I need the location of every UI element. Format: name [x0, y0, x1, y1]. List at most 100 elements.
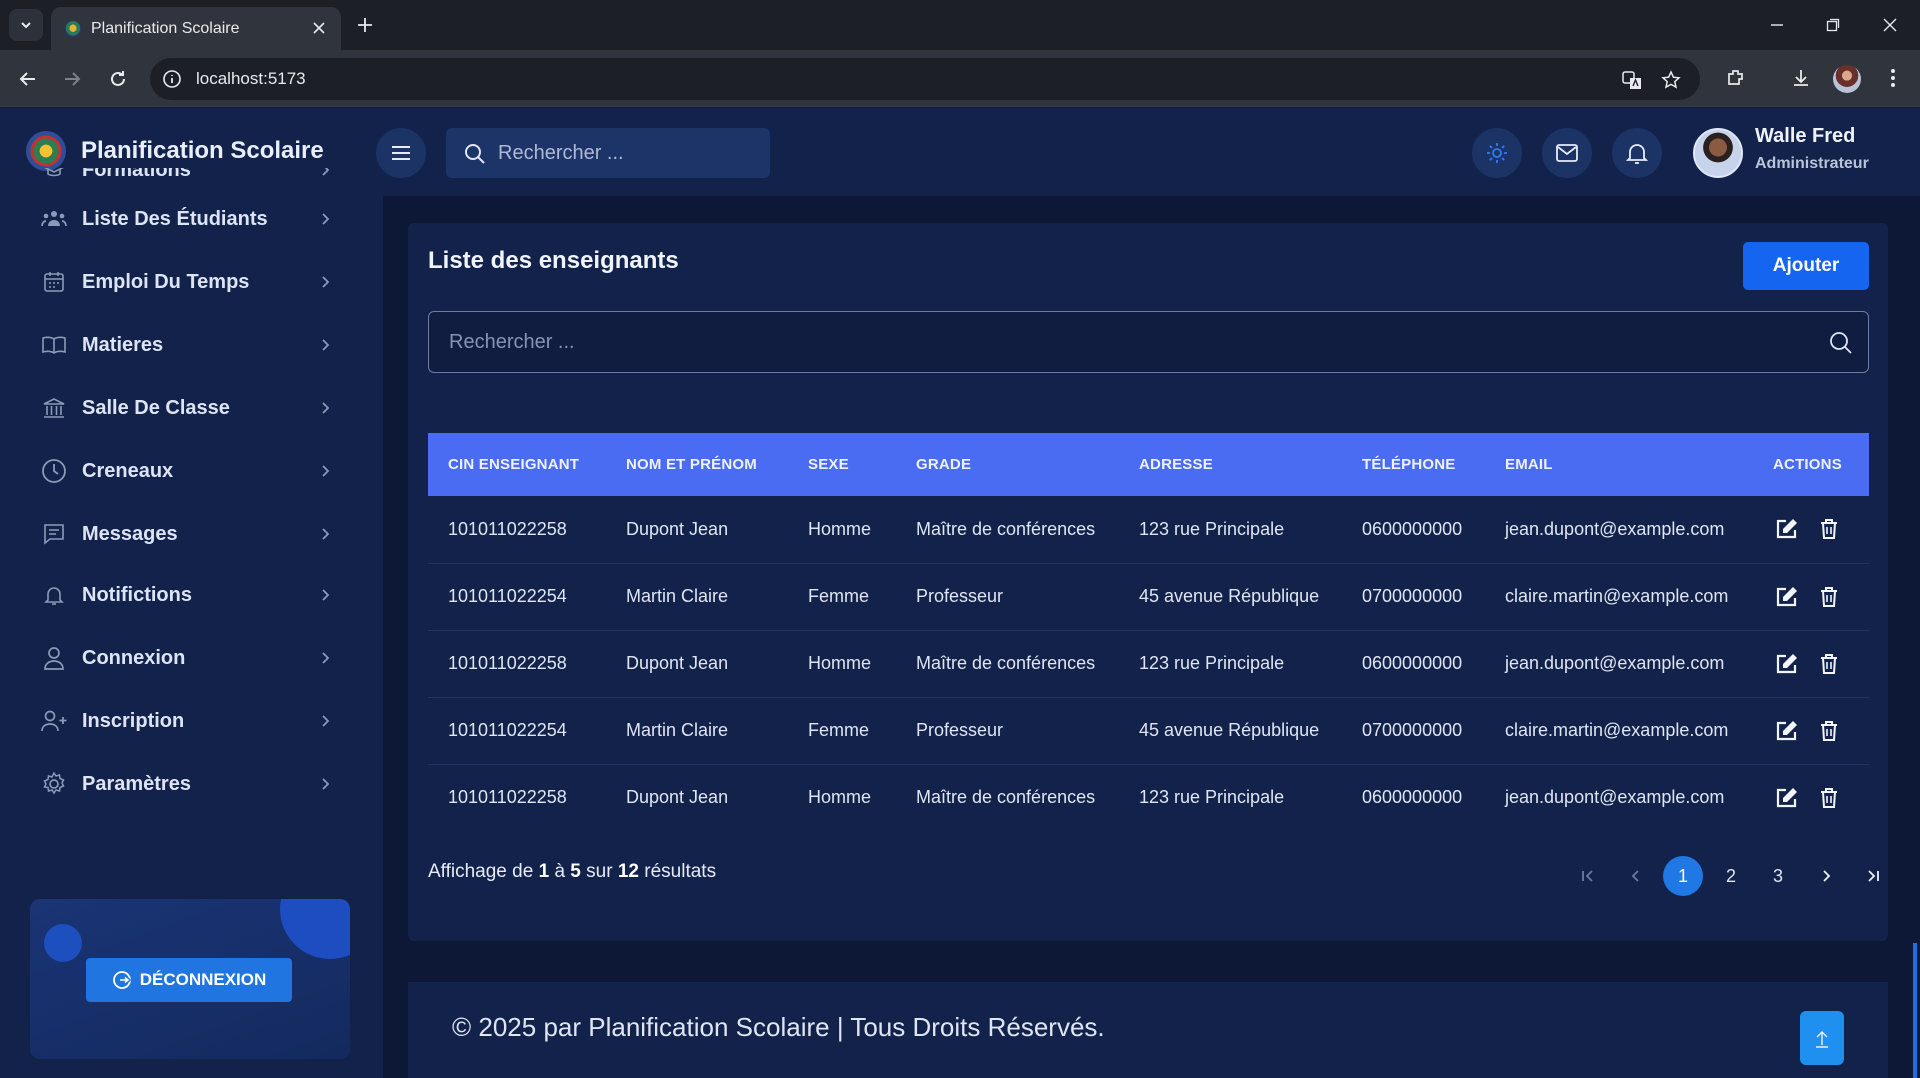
logout-button[interactable]: DÉCONNEXION — [86, 958, 292, 1002]
forward-button[interactable] — [56, 63, 88, 95]
edit-icon[interactable] — [1773, 784, 1801, 812]
scroll-to-top-button[interactable] — [1800, 1011, 1844, 1065]
sidebar-item-inscription[interactable]: Inscription — [40, 701, 340, 741]
prev-page-icon[interactable] — [1616, 856, 1656, 896]
column-header[interactable]: TÉLÉPHONE — [1342, 433, 1485, 496]
cell-name: Dupont Jean — [626, 787, 729, 808]
new-tab-button[interactable] — [352, 12, 378, 38]
cell-grade: Maître de conférences — [916, 787, 1096, 808]
delete-icon[interactable] — [1815, 717, 1843, 745]
bookmark-star-icon[interactable] — [1659, 68, 1683, 92]
extensions-icon[interactable] — [1721, 63, 1751, 93]
reload-icon — [111, 71, 125, 86]
close-tab-icon[interactable] — [309, 18, 329, 38]
chevron-right-icon — [322, 168, 330, 176]
results-summary: Affichage de 1 à 5 sur 12 résultats — [428, 861, 716, 883]
search-icon[interactable] — [1828, 330, 1854, 356]
menu-toggle-button[interactable] — [376, 128, 426, 178]
sidebar-item-messages[interactable]: Messages — [40, 514, 340, 554]
summary-prefix: Affichage de — [428, 861, 534, 882]
delete-icon[interactable] — [1815, 784, 1843, 812]
page-button-2[interactable]: 2 — [1711, 856, 1751, 896]
page-button-1[interactable]: 1 — [1663, 856, 1703, 896]
tab-title: Planification Scolaire — [91, 20, 240, 37]
back-button[interactable] — [12, 63, 44, 95]
sidebar-item-parametres[interactable]: Paramètres — [40, 764, 340, 804]
sidebar-item-label: Liste Des Étudiants — [82, 207, 268, 230]
sidebar-item-etudiants[interactable]: Liste Des Étudiants — [40, 199, 340, 239]
table-row[interactable]: 101011022254 Martin Claire Femme Profess… — [428, 697, 1869, 765]
cell-sex: Femme — [788, 697, 896, 765]
edit-icon[interactable] — [1773, 650, 1801, 678]
address-bar[interactable]: localhost:5173 — [150, 58, 1700, 100]
table-row[interactable]: 101011022258 Dupont Jean Homme Maître de… — [428, 764, 1869, 831]
edit-icon[interactable] — [1773, 583, 1801, 611]
close-window-button[interactable] — [1870, 10, 1910, 40]
mail-button[interactable] — [1542, 128, 1592, 178]
chevron-right-icon — [322, 778, 330, 790]
column-header[interactable]: CIN ENSEIGNANT — [428, 433, 606, 496]
table-search-input[interactable] — [449, 328, 1789, 356]
plus-icon — [358, 18, 372, 32]
minimize-button[interactable] — [1757, 10, 1797, 40]
reload-button[interactable] — [102, 63, 134, 95]
cell-sex: Homme — [788, 496, 896, 564]
column-header[interactable]: NOM ET PRÉNOM — [606, 433, 788, 496]
cell-grade: Maître de conférences — [896, 496, 1119, 564]
cell-name: Martin Claire — [606, 697, 788, 765]
column-header[interactable]: ADRESSE — [1119, 433, 1342, 496]
sidebar-item-formations[interactable]: Formations — [40, 168, 340, 190]
column-header[interactable]: SEXE — [788, 433, 896, 496]
theme-toggle-button[interactable] — [1472, 128, 1522, 178]
close-icon — [1883, 18, 1897, 32]
browser-profile-avatar[interactable] — [1833, 65, 1861, 93]
last-page-icon[interactable] — [1853, 856, 1893, 896]
sidebar-item-connexion[interactable]: Connexion — [40, 638, 340, 678]
sidebar-item-matieres[interactable]: Matieres — [40, 325, 340, 365]
info-icon[interactable] — [162, 69, 182, 89]
hamburger-icon — [392, 146, 410, 160]
sun-icon — [1487, 143, 1507, 163]
more-menu-icon[interactable] — [1878, 63, 1908, 93]
header-search[interactable] — [446, 128, 770, 178]
edit-icon[interactable] — [1773, 515, 1801, 543]
column-header[interactable]: EMAIL — [1485, 433, 1753, 496]
column-header[interactable]: GRADE — [896, 433, 1119, 496]
next-page-icon[interactable] — [1806, 856, 1846, 896]
sidebar-item-emploi-du-temps[interactable]: Emploi Du Temps — [40, 262, 340, 302]
delete-icon[interactable] — [1815, 583, 1843, 611]
sidebar-item-creneaux[interactable]: Creneaux — [40, 451, 340, 491]
user-plus-icon — [40, 707, 68, 735]
download-icon[interactable] — [1786, 63, 1816, 93]
delete-icon[interactable] — [1815, 650, 1843, 678]
sidebar-item-salle-de-classe[interactable]: Salle De Classe — [40, 388, 340, 428]
page-footer: © 2025 par Planification Scolaire | Tous… — [408, 982, 1888, 1078]
browser-tab[interactable]: Planification Scolaire — [51, 7, 341, 50]
scrollbar-thumb[interactable] — [1913, 943, 1917, 1078]
first-page-icon[interactable] — [1568, 856, 1608, 896]
cell-phone: 0700000000 — [1342, 697, 1485, 765]
header-search-input[interactable] — [498, 140, 758, 166]
restore-button[interactable] — [1813, 10, 1853, 40]
tab-search-button[interactable] — [9, 9, 43, 41]
delete-icon[interactable] — [1815, 515, 1843, 543]
add-button[interactable]: Ajouter — [1743, 242, 1869, 290]
table-row[interactable]: 101011022258 Dupont Jean Homme Maître de… — [428, 496, 1869, 564]
sidebar-item-notifications[interactable]: Notifictions — [40, 575, 340, 615]
edit-icon[interactable] — [1773, 717, 1801, 745]
brand[interactable]: Planification Scolaire — [26, 131, 324, 171]
cell-name: Dupont Jean — [606, 496, 788, 564]
avatar[interactable] — [1693, 128, 1743, 178]
page-button-3[interactable]: 3 — [1758, 856, 1798, 896]
cell-cin: 101011022258 — [448, 787, 567, 808]
translate-icon[interactable] — [1620, 68, 1644, 92]
table-row[interactable]: 101011022258 Dupont Jean Homme Maître de… — [428, 630, 1869, 698]
sidebar: Planification Scolaire Formations Liste … — [0, 108, 383, 1078]
table-search[interactable] — [428, 311, 1869, 373]
table-row[interactable]: 101011022254 Martin Claire Femme Profess… — [428, 563, 1869, 631]
notifications-button[interactable] — [1612, 128, 1662, 178]
sidebar-item-label: Inscription — [82, 709, 185, 732]
main-content: Liste des enseignants Ajouter CIN ENSEIG… — [383, 196, 1920, 1078]
gear-icon — [40, 770, 68, 798]
bell-icon — [1626, 144, 1648, 164]
